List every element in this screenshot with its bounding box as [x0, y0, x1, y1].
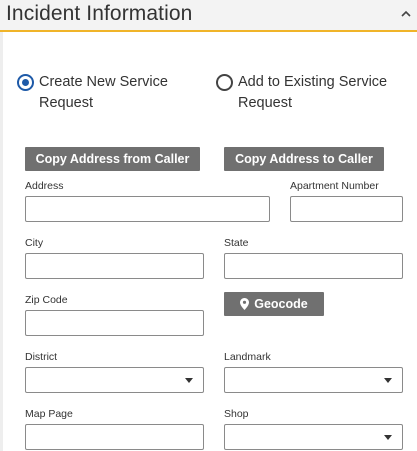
shop-select[interactable]: [224, 424, 403, 450]
radio-label-add-existing: Add to Existing Service Request: [238, 74, 388, 111]
address-label: Address: [25, 180, 64, 192]
city-input[interactable]: [25, 253, 204, 279]
geocode-button-label: Geocode: [254, 297, 308, 311]
panel-header[interactable]: Incident Information: [0, 0, 417, 32]
landmark-select[interactable]: [224, 367, 403, 393]
incident-information-panel: Incident Information Create New Service …: [0, 0, 417, 451]
radio-create-new-service-request[interactable]: Create New Service Request: [17, 74, 207, 116]
chevron-down-icon: [185, 378, 193, 383]
state-input[interactable]: [224, 253, 403, 279]
city-label: City: [25, 237, 44, 249]
zip-code-input[interactable]: [25, 310, 204, 336]
radio-label-create-new: Create New Service Request: [39, 74, 168, 111]
apartment-number-input[interactable]: [290, 196, 403, 222]
zip-code-label: Zip Code: [25, 294, 68, 306]
radio-button-selected[interactable]: [17, 74, 34, 91]
chevron-down-icon: [384, 435, 392, 440]
chevron-up-icon[interactable]: [400, 8, 412, 20]
copy-address-from-caller-button[interactable]: Copy Address from Caller: [25, 147, 200, 171]
panel-left-rule: [0, 32, 3, 451]
state-label: State: [224, 237, 249, 249]
district-select[interactable]: [25, 367, 204, 393]
shop-label: Shop: [224, 408, 249, 420]
district-label: District: [25, 351, 58, 363]
chevron-down-icon: [384, 378, 392, 383]
geocode-button[interactable]: Geocode: [224, 292, 324, 316]
map-pin-icon: [240, 298, 250, 310]
address-input[interactable]: [25, 196, 270, 222]
panel-title: Incident Information: [6, 2, 193, 25]
radio-button-unselected[interactable]: [216, 74, 233, 91]
landmark-label: Landmark: [224, 351, 271, 363]
apartment-number-label: Apartment Number: [290, 180, 379, 192]
map-page-label: Map Page: [25, 408, 73, 420]
radio-add-to-existing-service-request[interactable]: Add to Existing Service Request: [216, 74, 411, 116]
map-page-input[interactable]: [25, 424, 204, 450]
copy-address-to-caller-button[interactable]: Copy Address to Caller: [224, 147, 384, 171]
